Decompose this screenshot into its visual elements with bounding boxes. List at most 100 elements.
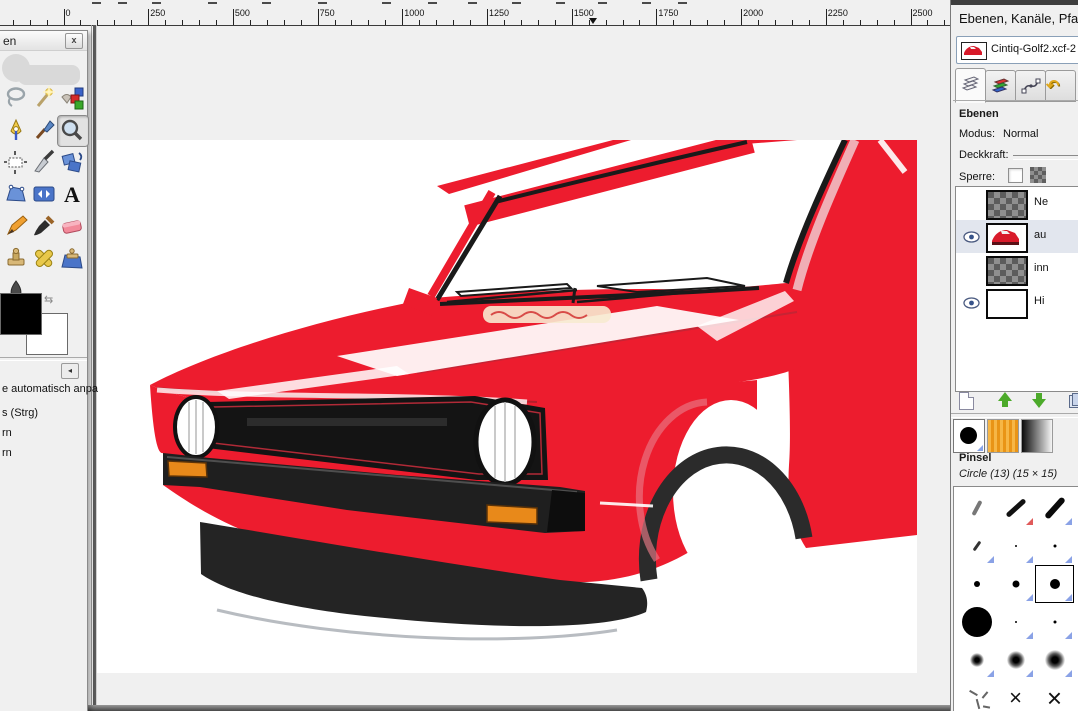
window-bottom-edge — [0, 705, 950, 711]
tool-option-line[interactable]: rn — [2, 447, 12, 459]
brush-cell-fuzzy-18[interactable] — [996, 641, 1035, 679]
brush-cell-dot-3[interactable] — [1035, 527, 1074, 565]
close-icon[interactable]: x — [65, 33, 83, 49]
ruler-label: 0 — [66, 8, 71, 18]
layer-thumbnail[interactable] — [986, 223, 1028, 253]
brush-preview-tab[interactable] — [953, 419, 985, 453]
brush-cell-dot-2[interactable] — [996, 527, 1035, 565]
tool-option-line[interactable]: s (Strg) — [2, 407, 38, 419]
image-selector-dropdown[interactable]: Cintiq-Golf2.xcf-2 — [956, 36, 1078, 64]
perspective-clone-tool[interactable] — [59, 245, 87, 273]
select-by-color-tool[interactable] — [59, 85, 87, 113]
gradient-preview-tab[interactable] — [1021, 419, 1053, 453]
brush-cell-x-24[interactable]: × — [1074, 679, 1078, 711]
layers-tab[interactable] — [955, 68, 986, 103]
brush-cell-circle-30[interactable] — [957, 603, 996, 641]
duplicate-layer-icon[interactable] — [1069, 393, 1078, 407]
brush-cell-stroke[interactable] — [996, 489, 1035, 527]
dock-title: Ebenen, Kanäle, Pfade, — [959, 11, 1078, 26]
visibility-eye-icon[interactable] — [963, 296, 980, 314]
paths-tab[interactable] — [1015, 70, 1046, 102]
brush-cell-fuzzy-20[interactable] — [1035, 641, 1074, 679]
brush-cell-slant[interactable] — [957, 489, 996, 527]
layer-thumbnail[interactable] — [986, 190, 1028, 220]
pencil-tool[interactable] — [3, 213, 31, 241]
raise-layer-icon[interactable] — [997, 391, 1013, 409]
text-tool[interactable]: A — [59, 181, 87, 209]
ruler-label: 750 — [320, 8, 335, 18]
lower-layer-icon[interactable] — [1031, 391, 1047, 409]
ruler-label: 1000 — [404, 8, 424, 18]
toolbox-title: en — [3, 34, 16, 48]
brush-cell-dot-2[interactable] — [996, 603, 1035, 641]
perspective-tool[interactable] — [3, 181, 31, 209]
color-picker-tool[interactable] — [31, 117, 59, 145]
layer-name[interactable]: Hi — [1034, 295, 1044, 307]
flip-tool[interactable] — [31, 181, 59, 209]
car-painting — [97, 140, 917, 673]
pattern-preview-tab[interactable] — [987, 419, 1019, 453]
brush-cell-dot-4[interactable] — [1074, 527, 1078, 565]
layer-row[interactable]: Ne — [956, 187, 1078, 220]
opacity-slider[interactable] — [1013, 155, 1078, 160]
foreground-color-swatch[interactable] — [0, 293, 42, 335]
ruler-label: 1250 — [489, 8, 509, 18]
layer-name[interactable]: au — [1034, 229, 1046, 241]
generated-brush-marker — [1065, 594, 1072, 601]
undo-history-tab[interactable]: ↶ — [1045, 70, 1076, 102]
brush-grid: ×××▒▓▒▒ — [953, 486, 1078, 711]
zoom-tool[interactable] — [57, 115, 89, 147]
collapse-options-button[interactable]: ◂ — [61, 363, 79, 379]
tool-option-line[interactable]: e automatisch anpa — [2, 383, 98, 395]
brush-cell-fuzzy-14[interactable] — [957, 641, 996, 679]
align-tool[interactable] — [3, 149, 31, 177]
dock-top-edge — [951, 0, 1078, 5]
paintbrush-tool[interactable] — [31, 213, 59, 241]
brush-cell-fuzzy-20[interactable] — [1074, 641, 1078, 679]
brush-cell-dot-12[interactable] — [1074, 565, 1078, 603]
generated-brush-marker — [1026, 556, 1033, 563]
gimp-screen: 02505007501000125015001750200022502500 — [0, 0, 1078, 711]
heal-tool[interactable] — [31, 245, 59, 273]
brush-cell-scatter[interactable] — [957, 679, 996, 711]
mode-label: Modus: — [959, 128, 995, 140]
paths-tool[interactable] — [3, 117, 31, 145]
brush-cell-dot-7[interactable] — [996, 565, 1035, 603]
layer-row[interactable]: au — [956, 220, 1078, 253]
brush-cell-dot-3[interactable] — [1035, 603, 1074, 641]
layer-thumbnail[interactable] — [986, 256, 1028, 286]
brush-cell-x-18[interactable]: × — [1035, 679, 1074, 711]
tool-option-line[interactable]: rn — [2, 427, 12, 439]
layer-name[interactable]: inn — [1034, 262, 1049, 274]
brush-cell-dot-6[interactable] — [957, 565, 996, 603]
layer-row[interactable]: Hi — [956, 286, 1078, 319]
image-canvas[interactable] — [97, 140, 917, 673]
layer-name[interactable]: Ne — [1034, 196, 1048, 208]
crop-tool[interactable] — [31, 149, 59, 177]
channels-tab[interactable] — [985, 70, 1016, 102]
brush-cell-slant-sm[interactable] — [957, 527, 996, 565]
dock-tabbar: ↶ — [955, 68, 1078, 100]
swap-colors-icon[interactable]: ⇆ — [44, 293, 53, 306]
mode-value-dropdown[interactable]: Normal — [1003, 128, 1038, 140]
lock-alpha-icon[interactable] — [1030, 167, 1046, 183]
lock-pixels-checkbox[interactable] — [1008, 168, 1023, 183]
layers-section-title: Ebenen — [959, 108, 999, 120]
visibility-eye-icon[interactable] — [963, 230, 980, 248]
brush-cell-stroke[interactable] — [1074, 489, 1078, 527]
eraser-tool[interactable] — [59, 213, 87, 241]
layer-thumbnail[interactable] — [986, 289, 1028, 319]
layer-row[interactable]: inn — [956, 253, 1078, 286]
ruler-label: 1500 — [574, 8, 594, 18]
brush-cell-dot-10[interactable] — [1035, 565, 1074, 603]
brush-cell-x-14[interactable]: × — [996, 679, 1035, 711]
horizontal-ruler[interactable]: 02505007501000125015001750200022502500 — [0, 5, 950, 26]
brush-cell-stroke2[interactable] — [1035, 489, 1074, 527]
clone-tool[interactable] — [3, 245, 31, 273]
fuzzy-select-tool[interactable] — [31, 85, 59, 113]
toolbox-titlebar[interactable]: en x — [0, 31, 87, 51]
brush-cell-dot-3[interactable] — [1074, 603, 1078, 641]
rotate-tool[interactable] — [59, 149, 87, 177]
free-select-tool[interactable] — [3, 85, 31, 113]
new-layer-icon[interactable] — [959, 392, 974, 410]
